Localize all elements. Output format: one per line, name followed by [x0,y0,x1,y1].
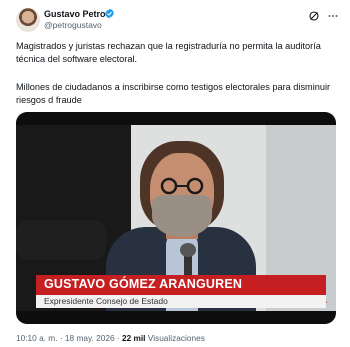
glasses-icon [160,177,204,195]
verified-badge-icon [105,8,114,19]
views-count: 22 mil [121,333,146,343]
tweet: Gustavo Petro @petrogustavo Magistrados … [0,0,350,347]
meta-separator: · [59,333,63,343]
tweet-text-paragraph-2: Millones de ciudadanos a inscribirse com… [16,82,331,105]
video-player[interactable]: GUSTAVO GÓMEZ ARANGUREN Expresidente Con… [16,112,336,324]
avatar[interactable] [16,8,40,32]
tweet-text-paragraph-1: Magistrados y juristas rechazan que la r… [16,41,321,64]
speaker-beard [152,195,212,237]
background-sofa [16,220,106,260]
more-options-icon[interactable] [326,10,340,22]
tweet-time[interactable]: 10:10 a. m. [16,333,58,343]
lower-third-title: Expresidente Consejo de Estado [44,296,168,306]
author-name[interactable]: Gustavo Petro [44,9,106,19]
video-frame: GUSTAVO GÓMEZ ARANGUREN Expresidente Con… [16,125,336,311]
author-handle[interactable]: @petrogustavo [44,20,102,30]
lower-third-title-bar: Expresidente Consejo de Estado [36,295,326,308]
tweet-date[interactable]: 18 may. 2026 [65,333,115,343]
lower-third-name: GUSTAVO GÓMEZ ARANGUREN [44,277,243,291]
grok-icon[interactable] [308,10,320,22]
meta-separator: · [116,333,120,343]
views-label: Visualizaciones [147,333,205,343]
microphone-icon [180,243,196,257]
tweet-metadata: 10:10 a. m. · 18 may. 2026 · 22 mil Visu… [16,333,205,343]
lower-third-name-bar: GUSTAVO GÓMEZ ARANGUREN [36,275,326,295]
